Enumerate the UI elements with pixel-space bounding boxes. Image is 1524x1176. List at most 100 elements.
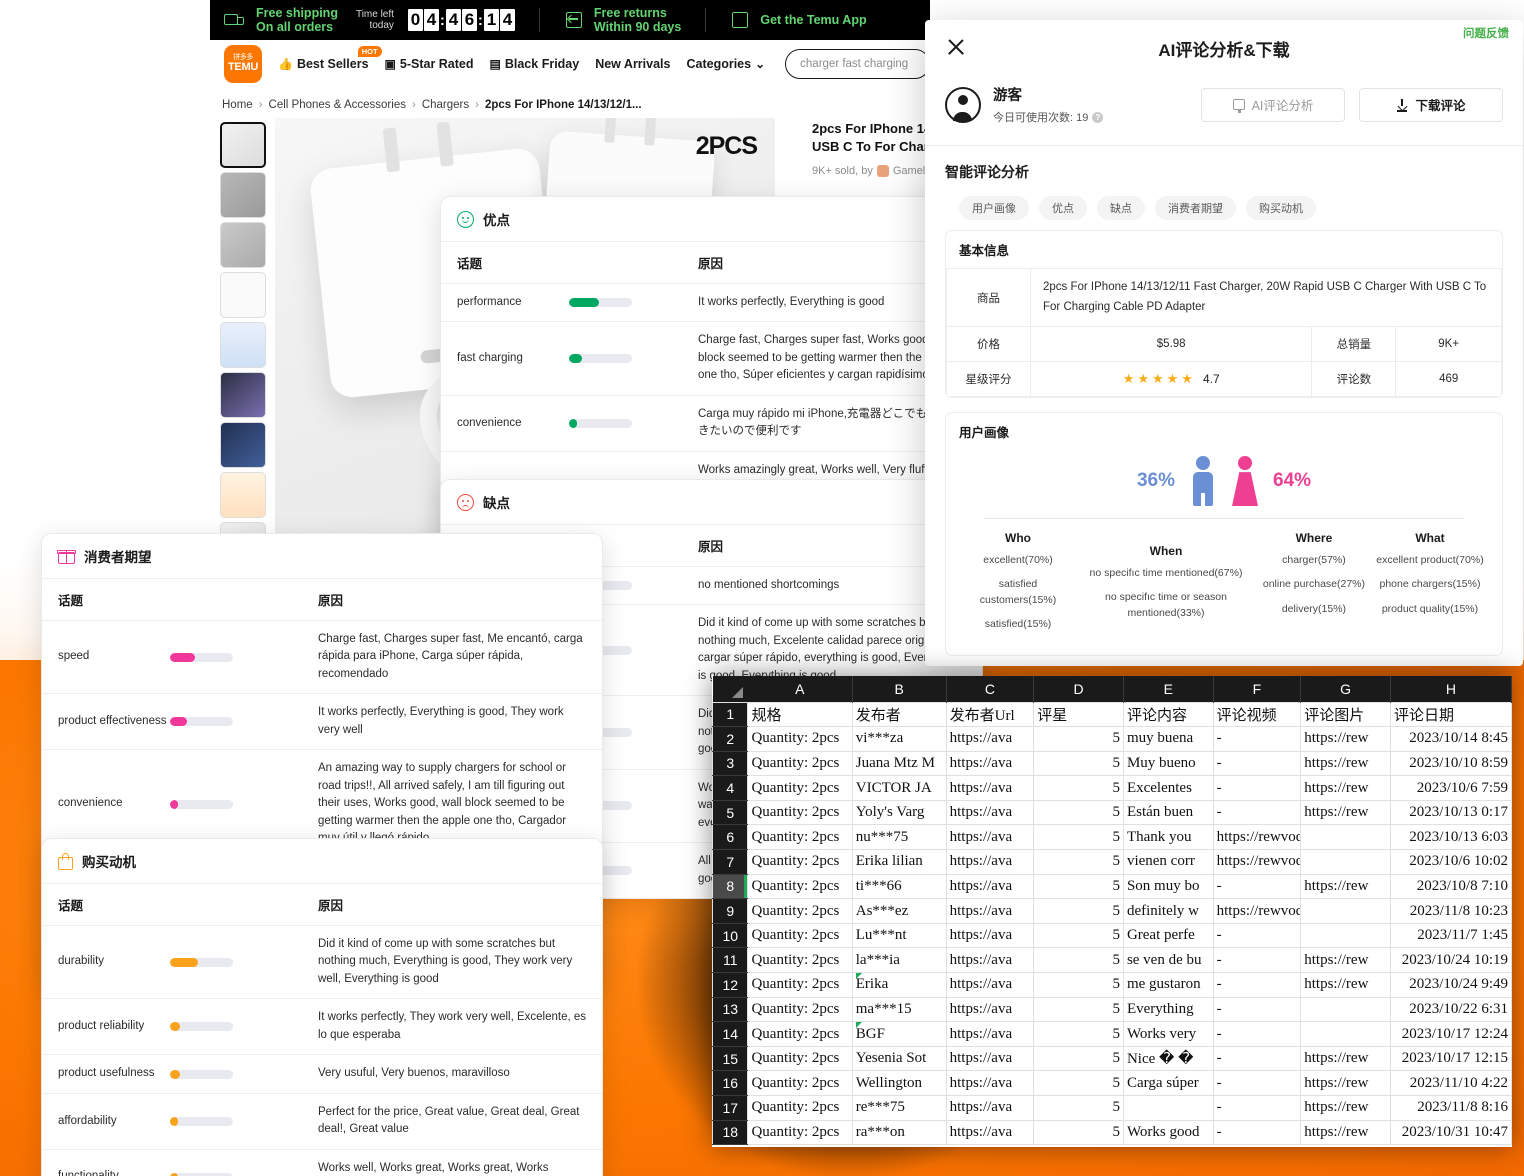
cell[interactable]	[1300, 996, 1391, 1023]
cell[interactable]: Lu***nt	[851, 922, 947, 949]
cell[interactable]: https://rew	[1300, 1119, 1391, 1146]
cell[interactable]: 5	[1033, 775, 1124, 801]
cell[interactable]: Carga súper	[1122, 1070, 1214, 1096]
cell[interactable]: ma***15	[851, 996, 947, 1023]
cell[interactable]: -	[1212, 947, 1302, 974]
cell[interactable]: https://ava	[945, 775, 1035, 801]
cell[interactable]: Quantity: 2pcs	[747, 922, 853, 949]
select-all-corner[interactable]	[712, 676, 748, 702]
product-thumbnail[interactable]	[220, 322, 266, 368]
cell[interactable]: 5	[1033, 750, 1124, 777]
row-header[interactable]: 11	[712, 947, 749, 974]
cell[interactable]: https://rew	[1300, 873, 1391, 900]
cell[interactable]: 2023/10/6 10:02	[1389, 849, 1512, 875]
app-promo-label[interactable]: Get the Temu App	[760, 13, 866, 27]
chip-优点[interactable]: 优点	[1039, 196, 1087, 220]
cell[interactable]: se ven de bu	[1122, 947, 1214, 974]
row-header[interactable]: 1	[712, 701, 749, 728]
row-header[interactable]: 15	[712, 1045, 749, 1072]
cell[interactable]: re***75	[851, 1095, 947, 1121]
nav-item-new-arrivals[interactable]: New Arrivals	[595, 57, 670, 71]
cell[interactable]: 2023/11/7 1:45	[1389, 922, 1512, 949]
cell[interactable]: -	[1212, 996, 1302, 1023]
cell[interactable]: 5	[1033, 996, 1124, 1023]
cell[interactable]: 2023/10/13 6:03	[1389, 824, 1512, 851]
cell[interactable]: https://ava	[945, 824, 1035, 851]
breadcrumb-item-category[interactable]: Cell Phones & Accessories	[269, 99, 406, 111]
header-cell[interactable]: 评论图片	[1300, 701, 1391, 728]
cell[interactable]: 5	[1033, 1045, 1124, 1072]
cell[interactable]: https://rewvod-us.kwcd	[1212, 824, 1302, 851]
cell[interactable]: https://ava	[945, 922, 1035, 949]
cell[interactable]: 2023/10/24 9:49	[1389, 972, 1512, 998]
cell[interactable]	[1300, 1021, 1391, 1047]
cell[interactable]: 2023/11/8 8:16	[1389, 1095, 1512, 1121]
product-thumbnail[interactable]	[220, 172, 266, 218]
cell[interactable]: https://ava	[945, 1045, 1035, 1072]
ai-analysis-button[interactable]: AI评论分析	[1201, 87, 1345, 122]
cell[interactable]: https://ava	[945, 947, 1035, 974]
column-header-F[interactable]: F	[1213, 676, 1302, 702]
cell[interactable]: Nice � �	[1122, 1045, 1214, 1072]
cell[interactable]: BGF	[851, 1021, 947, 1047]
row-header[interactable]: 8	[712, 873, 749, 900]
header-cell[interactable]: 规格	[747, 701, 853, 728]
row-header[interactable]: 16	[712, 1070, 749, 1096]
cell[interactable]: Quantity: 2pcs	[747, 849, 853, 875]
cell[interactable]: Quantity: 2pcs	[747, 750, 853, 777]
product-thumbnail[interactable]	[220, 472, 266, 518]
cell[interactable]: Quantity: 2pcs	[747, 799, 853, 826]
cell[interactable]: https://rew	[1300, 726, 1391, 752]
cell[interactable]: https://ava	[945, 972, 1035, 998]
column-header-H[interactable]: H	[1390, 676, 1512, 702]
cell[interactable]: vienen corr	[1122, 849, 1214, 875]
cell[interactable]: Quantity: 2pcs	[747, 972, 853, 998]
row-header[interactable]: 10	[712, 922, 749, 949]
download-reviews-button[interactable]: 下载评论	[1359, 87, 1503, 122]
row-header[interactable]: 9	[712, 898, 749, 924]
cell[interactable]: https://rew	[1300, 799, 1391, 826]
cell[interactable]: https://ava	[945, 996, 1035, 1023]
cell[interactable]: -	[1212, 799, 1302, 826]
cell[interactable]: 5	[1033, 824, 1124, 851]
cell[interactable]: -	[1212, 750, 1302, 777]
cell[interactable]: 2023/10/14 8:45	[1389, 726, 1512, 752]
cell[interactable]: -	[1212, 1119, 1302, 1146]
cell[interactable]: -	[1212, 972, 1302, 998]
cell[interactable]: https://ava	[945, 1119, 1035, 1146]
row-header[interactable]: 13	[712, 996, 749, 1023]
cell[interactable]: 5	[1033, 898, 1124, 924]
header-cell[interactable]: 发布者Url	[945, 701, 1035, 728]
nav-item-categories[interactable]: Categories ⌄	[686, 57, 765, 71]
cell[interactable]	[1122, 1095, 1214, 1121]
cell[interactable]: Thank you	[1122, 824, 1214, 851]
cell[interactable]: 2023/10/13 0:17	[1389, 799, 1512, 826]
cell[interactable]: Quantity: 2pcs	[747, 824, 853, 851]
header-cell[interactable]: 评星	[1033, 701, 1124, 728]
header-cell[interactable]: 评论内容	[1122, 701, 1214, 728]
cell[interactable]: https://ava	[945, 726, 1035, 752]
row-header[interactable]: 6	[712, 824, 749, 851]
cell[interactable]: definitely w	[1122, 898, 1214, 924]
cell[interactable]: Yesenia Sot	[851, 1045, 947, 1072]
temu-logo[interactable]: 拼多多 TEMU	[224, 45, 262, 83]
cell[interactable]: Erika	[851, 972, 947, 998]
column-header-C[interactable]: C	[946, 676, 1035, 702]
cell[interactable]: 5	[1033, 972, 1124, 998]
product-thumbnail[interactable]	[220, 122, 266, 168]
cell[interactable]: https://ava	[945, 1021, 1035, 1047]
breadcrumb-item-subcategory[interactable]: Chargers	[422, 99, 469, 111]
header-cell[interactable]: 评论视频	[1212, 701, 1302, 728]
cell[interactable]: https://ava	[945, 1070, 1035, 1096]
cell[interactable]: 5	[1033, 1095, 1124, 1121]
cell[interactable]: 5	[1033, 947, 1124, 974]
cell[interactable]: Excelentes	[1122, 775, 1214, 801]
cell[interactable]: -	[1212, 1045, 1302, 1072]
cell[interactable]: nu***75	[851, 824, 947, 851]
cell[interactable]: me gustaron	[1122, 972, 1214, 998]
cell[interactable]: 5	[1033, 849, 1124, 875]
cell[interactable]: https://rew	[1300, 1045, 1391, 1072]
column-header-D[interactable]: D	[1033, 676, 1124, 702]
column-header-G[interactable]: G	[1300, 676, 1391, 702]
cell[interactable]: 5	[1033, 873, 1124, 900]
